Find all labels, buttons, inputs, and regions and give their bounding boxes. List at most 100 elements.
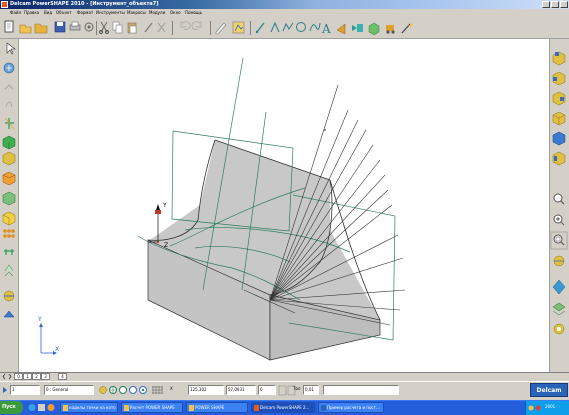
menu-modules[interactable]: Модули: [149, 10, 165, 15]
box-solid-icon[interactable]: [2, 211, 16, 226]
view-iso2-icon[interactable]: [552, 131, 566, 146]
zoom-fit-icon[interactable]: [553, 234, 565, 246]
object-snap-icon[interactable]: [139, 386, 147, 394]
menu-help[interactable]: Помощь: [185, 10, 202, 15]
horn-icon[interactable]: [336, 23, 346, 35]
paste-icon[interactable]: [127, 22, 137, 34]
magic-wand-icon[interactable]: [401, 22, 413, 34]
dimension-icon[interactable]: [352, 24, 363, 32]
coord-y-field[interactable]: 57,0931: [226, 385, 256, 395]
curve-icon[interactable]: [309, 22, 321, 32]
save-icon[interactable]: [54, 21, 66, 33]
taskbar-item[interactable]: наделы точки на кото: [60, 402, 118, 413]
absolute-mode-icon[interactable]: [278, 385, 287, 396]
hidden-line-icon[interactable]: [552, 302, 566, 316]
tools-icon[interactable]: [386, 25, 395, 34]
surface-icon[interactable]: [2, 151, 16, 166]
box-icon[interactable]: [368, 22, 380, 36]
grid-icon[interactable]: [152, 386, 163, 394]
level-name-select[interactable]: 0 : General: [44, 385, 94, 395]
view-right-icon[interactable]: [552, 91, 566, 106]
undo-icon[interactable]: [180, 21, 191, 30]
wedge-icon[interactable]: [3, 310, 15, 318]
level-select[interactable]: 1: [10, 385, 40, 395]
coord-z-field[interactable]: 0: [258, 385, 276, 395]
maximize-button[interactable]: [551, 1, 559, 8]
circle-icon[interactable]: [296, 22, 306, 32]
text-icon[interactable]: A: [321, 22, 331, 36]
menu-macros[interactable]: Макросы: [127, 10, 146, 15]
view-left-icon[interactable]: [552, 151, 566, 166]
object-icon[interactable]: [232, 21, 245, 34]
snap-icon[interactable]: [99, 386, 107, 394]
solid-icon[interactable]: [2, 135, 16, 150]
settings-icon[interactable]: [84, 22, 94, 32]
axis-icon[interactable]: [4, 117, 15, 130]
polyline-icon[interactable]: [282, 22, 294, 32]
feature-icon[interactable]: [2, 171, 16, 186]
cone-icon[interactable]: [4, 264, 14, 277]
menu-object[interactable]: Объект: [56, 10, 72, 15]
sphere-icon[interactable]: [3, 290, 15, 302]
tab-1[interactable]: 1: [23, 373, 32, 380]
delete-icon[interactable]: [157, 22, 166, 33]
line-icon[interactable]: [255, 22, 265, 34]
tolerance-field[interactable]: 0,01: [303, 385, 319, 395]
menu-window[interactable]: Окно: [170, 10, 181, 15]
assembly-icon[interactable]: [4, 249, 14, 255]
workplane-icon[interactable]: [3, 62, 15, 74]
workplane-list-icon[interactable]: [119, 386, 127, 394]
tab-scroll-icon[interactable]: [2, 373, 12, 380]
media-icon[interactable]: [47, 404, 55, 411]
view-front-icon[interactable]: [552, 71, 566, 86]
start-button[interactable]: Пуск: [0, 401, 23, 414]
coord-x-label: X: [170, 386, 173, 391]
pattern-icon[interactable]: [3, 229, 15, 238]
tab-2[interactable]: 2: [32, 373, 41, 380]
desktop-icon[interactable]: [38, 404, 45, 411]
menu-tools[interactable]: Инструменты: [96, 10, 125, 15]
tab-4[interactable]: 4: [58, 373, 67, 380]
sphere-view-icon[interactable]: [553, 323, 565, 335]
menu-view[interactable]: Вид: [44, 10, 52, 15]
tab-0[interactable]: 0: [14, 373, 23, 380]
view-top-icon[interactable]: [552, 51, 566, 66]
edit-workplane-icon[interactable]: [4, 84, 14, 90]
taskbar-item-active[interactable]: Delcam PowerSHAPE 2...: [251, 402, 315, 413]
print-icon[interactable]: [69, 21, 81, 31]
workplane-select-icon[interactable]: [109, 386, 117, 394]
taskbar-item[interactable]: Расчет POWER SHAPE: [121, 402, 183, 413]
taskbar-item[interactable]: POWER SHAPE: [186, 402, 248, 413]
eyedropper-icon[interactable]: [144, 22, 153, 33]
wireframe-icon[interactable]: [552, 279, 566, 295]
model-view[interactable]: Y Z Y X: [19, 39, 549, 372]
open-icon[interactable]: [19, 24, 32, 34]
view-iso-icon[interactable]: [552, 111, 566, 126]
minimize-button[interactable]: [542, 1, 550, 8]
new-icon[interactable]: [4, 20, 14, 33]
menu-file[interactable]: Файл: [10, 10, 21, 15]
redo-icon[interactable]: [191, 21, 202, 30]
arc-icon[interactable]: [270, 21, 280, 33]
coord-x-field[interactable]: 125,302: [188, 385, 224, 395]
folder-icon[interactable]: [34, 23, 48, 34]
curve-tool-icon[interactable]: [5, 101, 13, 108]
primitive-icon[interactable]: [2, 191, 16, 206]
edit-icon[interactable]: [215, 22, 227, 35]
menu-edit[interactable]: Правка: [24, 10, 39, 15]
tab-3[interactable]: 3: [41, 373, 50, 380]
zoom-icon[interactable]: [553, 193, 565, 205]
shaded-icon[interactable]: [553, 255, 565, 267]
zoom-in-icon[interactable]: [553, 214, 565, 226]
principal-plane-icon[interactable]: [129, 386, 137, 394]
taskbar-item[interactable]: Пример расчета и пост...: [318, 402, 384, 413]
triad-x-label: X: [55, 346, 59, 353]
cut-icon[interactable]: [99, 21, 109, 34]
menu-format[interactable]: Формат: [77, 10, 93, 15]
close-button[interactable]: [560, 1, 568, 8]
triad-y-label: Y: [37, 316, 42, 323]
workplane-origin[interactable]: Y Z: [148, 202, 168, 249]
ie-icon[interactable]: [28, 404, 36, 411]
select-icon[interactable]: [6, 42, 16, 55]
copy-icon[interactable]: [112, 21, 123, 34]
